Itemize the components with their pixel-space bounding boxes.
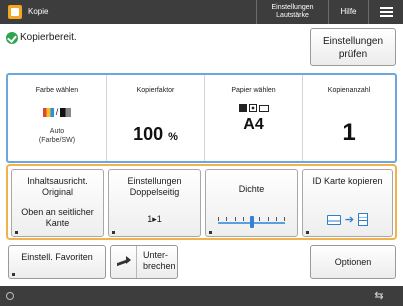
copy-ratio-value-row: 100 % [107,123,204,148]
more-options-indicator [209,231,212,234]
volume-settings-button[interactable]: Einstellungen Lautstärke [256,0,328,24]
original-orientation-value: Oben an seitlicher Kante [21,207,94,228]
duplex-settings-button[interactable]: Einstellungen Doppelseitig 1▸1 [108,169,201,237]
hamburger-menu-icon [380,7,393,9]
select-paper-tile[interactable]: Papier wählen A4 [204,75,302,161]
hamburger-menu-icon-line [380,15,393,17]
copy-count-tile[interactable]: Kopienanzahl 1 [302,75,395,161]
drawer-icon [238,104,247,112]
more-options-indicator [12,273,15,276]
color-icon [42,107,54,117]
document-icon [358,213,369,226]
function-tiles-panel: Inhaltsausricht. Original Oben an seitli… [6,164,397,240]
id-card-icon [326,214,341,225]
arrow-right-icon: ➔ [344,214,355,226]
paper-source-icon [205,104,302,112]
tray-icon [258,104,269,112]
drawer-icon [248,104,257,112]
density-title: Dichte [238,184,265,194]
copy-count-label: Kopienanzahl [327,87,371,94]
interrupt-button[interactable]: Unter- brechen [110,245,178,279]
paper-size-value: A4 [243,116,264,133]
slash-separator: / [55,107,59,117]
copy-ratio-value: 100 [133,124,164,144]
duplex-settings-title: Einstellungen Doppelseitig [127,176,182,197]
select-paper-label: Papier wählen [231,87,276,94]
id-card-copy-button[interactable]: ID Karte kopieren ➔ [302,169,393,237]
options-button[interactable]: Optionen [310,245,396,279]
density-button[interactable]: Dichte [205,169,298,237]
check-circle-icon [6,32,18,44]
original-orientation-title: Inhaltsausricht. Original [27,176,88,197]
select-color-label: Farbe wählen [35,87,79,94]
black-white-icon [60,107,72,117]
copy-ratio-label: Kopierfaktor [136,87,175,94]
top-bar: Kopie Einstellungen Lautstärke Hilfe [0,0,403,24]
favorite-settings-label: Einstell. Favoriten [21,252,93,262]
favorite-settings-button[interactable]: Einstell. Favoriten [8,245,106,279]
id-card-copy-icon: ➔ [303,213,392,226]
help-button[interactable]: Hilfe [328,0,368,24]
interrupt-label: Unter- brechen [143,250,176,271]
more-options-indicator [112,231,115,234]
copy-app-icon [8,5,22,19]
bottom-status-bar: ⇆ [0,286,403,306]
copy-ratio-tile[interactable]: Kopierfaktor 100 % [106,75,204,161]
more-options-indicator [306,231,309,234]
duplex-mode-value: 1▸1 [147,214,162,224]
interrupt-icon [111,246,137,278]
id-card-copy-title: ID Karte kopieren [312,176,383,186]
color-mode-value: Auto (Farbe/SW) [38,128,76,144]
network-status-icon[interactable]: ⇆ [370,289,388,303]
app-title: Kopie [28,7,49,16]
status-text: Kopierbereit. [20,32,77,43]
status-monitor-icon[interactable] [6,292,14,300]
more-options-indicator [15,231,18,234]
color-mode-icon: / [8,107,106,117]
settings-summary-panel: Farbe wählen / Auto (Farbe/SW) Kopierfak… [6,73,397,163]
hamburger-menu-icon-line [380,11,393,13]
menu-button[interactable] [368,0,403,24]
copy-ratio-unit: % [168,131,178,143]
copy-count-value: 1 [342,119,356,146]
check-settings-button[interactable]: Einstellungen prüfen [310,28,396,66]
density-slider-thumb [249,216,254,228]
original-orientation-button[interactable]: Inhaltsausricht. Original Oben an seitli… [11,169,104,237]
select-color-tile[interactable]: Farbe wählen / Auto (Farbe/SW) [8,75,106,161]
